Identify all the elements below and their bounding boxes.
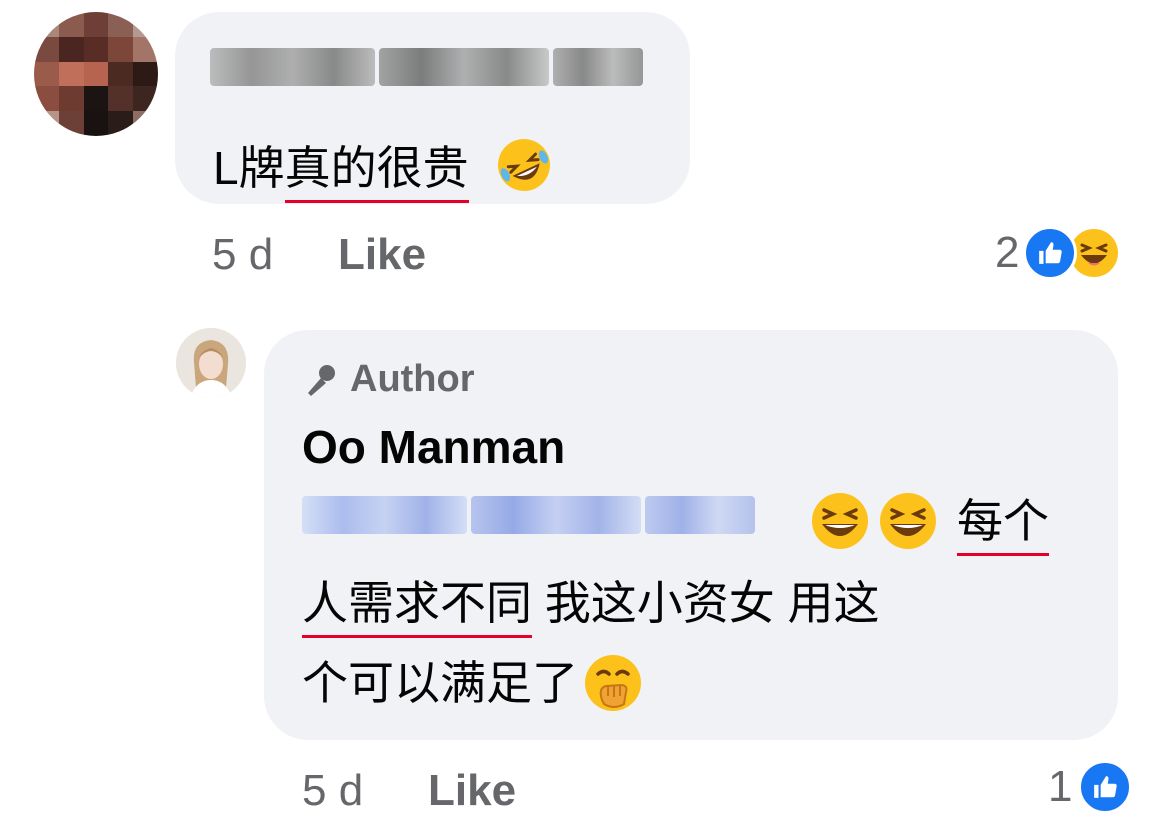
reply-text-line2-rest: 我这小资女 用这: [532, 577, 880, 629]
comment-time[interactable]: 5 d: [212, 230, 273, 280]
reaction-count: 2: [995, 228, 1020, 277]
grinning-squint-emoji: [877, 490, 939, 552]
comment-text-prefix: L牌: [213, 142, 285, 194]
reply-bubble: Author Oo Manman 每个 人需求不同 我这小资女 用这 个可以满足…: [264, 330, 1118, 740]
rolling-laughing-emoji: [495, 136, 553, 194]
author-name[interactable]: Oo Manman: [302, 420, 565, 474]
like-icon: [1078, 760, 1133, 814]
reply-reaction-count: 1: [1048, 762, 1073, 811]
reply-line-3: 个可以满足了: [302, 652, 644, 714]
author-badge: Author: [302, 358, 475, 401]
reply-like-button[interactable]: Like: [428, 766, 516, 816]
commenter-avatar[interactable]: [34, 12, 158, 136]
reply-line-1: 每个: [809, 490, 1049, 556]
grinning-squint-emoji: [809, 490, 871, 552]
reply-text-underlined-1: 每个: [957, 495, 1049, 556]
author-badge-label: Author: [350, 358, 475, 400]
like-icon: [1023, 226, 1078, 280]
hand-over-mouth-emoji: [582, 652, 644, 714]
comment-bubble: L牌真的很贵: [175, 12, 690, 204]
microphone-icon: [302, 361, 340, 399]
comment-text-underlined: 真的很贵: [284, 142, 469, 203]
reply-time[interactable]: 5 d: [302, 766, 363, 816]
comment-text: L牌真的很贵: [213, 136, 553, 203]
comment-reactions[interactable]: 2: [995, 226, 1122, 280]
author-avatar[interactable]: [176, 328, 246, 398]
reply-reactions[interactable]: 1: [1048, 760, 1133, 814]
reply-line-2: 人需求不同 我这小资女 用这: [302, 577, 880, 638]
reply-text-underlined-2: 人需求不同: [302, 577, 532, 638]
commenter-name-redacted: [210, 48, 643, 86]
mentioned-name-redacted[interactable]: [302, 496, 755, 534]
like-button[interactable]: Like: [338, 230, 426, 280]
reply-text-line3: 个可以满足了: [302, 657, 578, 709]
